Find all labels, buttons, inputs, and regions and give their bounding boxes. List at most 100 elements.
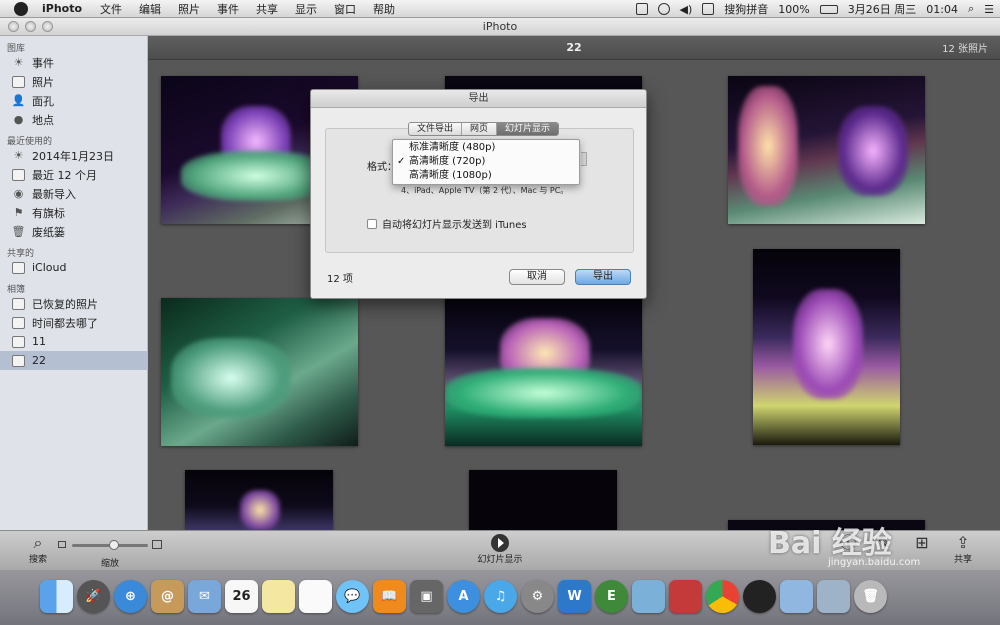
albums-header: 相簿 xyxy=(7,285,26,295)
wifi-icon[interactable] xyxy=(657,3,670,15)
sidebar-item-album-22[interactable]: 22 xyxy=(0,351,147,370)
qq-icon[interactable] xyxy=(743,580,776,613)
trash-dock-icon[interactable]: 🗑 xyxy=(854,580,887,613)
close-window-icon[interactable] xyxy=(8,21,19,32)
sogou-icon[interactable] xyxy=(702,3,715,15)
sidebar-item-places[interactable]: ● 地点 xyxy=(0,110,147,129)
search-button[interactable]: ⌕ 搜索 xyxy=(22,533,54,566)
system-preferences-icon[interactable]: ⚙ xyxy=(521,580,554,613)
photo-thumbnail[interactable] xyxy=(185,470,333,530)
downloads-icon[interactable] xyxy=(817,580,850,613)
slideshow-button[interactable]: 幻灯片显示 xyxy=(470,534,530,565)
itunes-checkbox[interactable] xyxy=(367,218,377,229)
folder-icon[interactable] xyxy=(780,580,813,613)
reminders-icon[interactable] xyxy=(299,580,332,613)
sidebar-item-recovered[interactable]: 已恢复的照片 xyxy=(0,294,147,313)
status-tray: ◀) 搜狗拼音 100% 3月26日 周三 01:04 ⌕ ☰ xyxy=(635,0,994,18)
notification-center-icon[interactable]: ☰ xyxy=(984,3,994,16)
add-to-button[interactable]: ⊞ xyxy=(912,534,932,552)
format-option-1080p[interactable]: 高清晰度 (1080p) xyxy=(393,169,579,183)
sidebar-item-album-11[interactable]: 11 xyxy=(0,332,147,351)
recent-header: 最近使用的 xyxy=(7,137,53,147)
menu-help[interactable]: 帮助 xyxy=(373,1,395,17)
tab-file-export[interactable]: 文件导出 xyxy=(409,123,463,135)
ibooks-icon[interactable]: 📖 xyxy=(373,580,406,613)
trash-icon: 🗑 xyxy=(11,225,26,238)
zoom-slider[interactable] xyxy=(58,539,162,551)
small-photo-icon xyxy=(58,541,66,548)
dock-icons: 🚀 ⊕ @ ✉ 26 💬 📖 ▣ A ♫ ⚙ W E 🗑 xyxy=(40,580,887,613)
menu-events[interactable]: 事件 xyxy=(217,1,239,17)
mail-icon[interactable]: ✉ xyxy=(188,580,221,613)
cancel-button[interactable]: 取消 xyxy=(509,269,565,285)
event-icon: ☀ xyxy=(13,149,24,162)
safari-icon[interactable]: ⊕ xyxy=(114,580,147,613)
sidebar-item-faces[interactable]: 👤 面孔 xyxy=(0,91,147,110)
chrome-icon[interactable] xyxy=(706,580,739,613)
volume-icon[interactable]: ◀) xyxy=(680,3,693,16)
photo-count: 12 张照片 xyxy=(942,44,988,55)
finder-icon[interactable] xyxy=(40,580,73,613)
itunes-checkbox-row[interactable]: 自动将幻灯片显示发送到 iTunes xyxy=(367,216,527,231)
window-title: iPhoto xyxy=(482,20,518,33)
menu-share[interactable]: 共享 xyxy=(256,1,278,17)
menu-window[interactable]: 窗口 xyxy=(334,1,356,17)
battery-label[interactable]: 100% xyxy=(778,3,809,16)
zoom-window-icon[interactable] xyxy=(42,21,53,32)
photo-thumbnail[interactable] xyxy=(161,298,358,446)
battery-icon[interactable] xyxy=(819,4,838,14)
iphoto-dock-icon[interactable] xyxy=(632,580,665,613)
sidebar-item-flagged[interactable]: ⚑ 有旗标 xyxy=(0,203,147,222)
minimize-window-icon[interactable] xyxy=(25,21,36,32)
menu-view[interactable]: 显示 xyxy=(295,1,317,17)
album-icon xyxy=(12,335,25,348)
checkmark-icon: ✓ xyxy=(397,156,406,167)
sidebar-item-last-12-months[interactable]: 最近 12 个月 xyxy=(0,165,147,184)
photo-thumbnail[interactable] xyxy=(728,76,925,224)
search-icon: ⌕ xyxy=(33,533,43,552)
notes-icon[interactable] xyxy=(262,580,295,613)
compatibility-text: 4、iPad、Apple TV（第 2 代）、Mac 与 PC。 xyxy=(401,186,569,195)
calendar-app-icon[interactable]: 26 xyxy=(225,580,258,613)
date-label[interactable]: 3月26日 周三 xyxy=(848,1,917,17)
app-store-icon[interactable]: A xyxy=(447,580,480,613)
zoom-knob[interactable] xyxy=(108,540,119,550)
facetime-icon[interactable]: ▣ xyxy=(410,580,443,613)
itunes-icon[interactable]: ♫ xyxy=(484,580,517,613)
input-method-label[interactable]: 搜狗拼音 xyxy=(724,1,768,17)
tab-web-page[interactable]: 网页 xyxy=(462,123,498,135)
screen-capture-icon[interactable] xyxy=(635,3,648,15)
sidebar-item-last-import[interactable]: ◉ 最新导入 xyxy=(0,184,147,203)
sidebar-item-icloud[interactable]: iCloud xyxy=(0,258,147,277)
parallels-icon[interactable] xyxy=(669,580,702,613)
tab-slideshow[interactable]: 幻灯片显示 xyxy=(497,123,559,135)
menu-photos[interactable]: 照片 xyxy=(178,1,200,17)
sidebar-item-photos[interactable]: 照片 xyxy=(0,72,147,91)
photo-thumbnail[interactable] xyxy=(469,470,617,530)
photo-thumbnail[interactable] xyxy=(753,249,900,445)
sidebar-item-trash[interactable]: 🗑 废纸篓 xyxy=(0,222,147,241)
excel-icon[interactable]: E xyxy=(595,580,628,613)
format-select-arrow[interactable] xyxy=(581,152,587,166)
menu-bar: iPhoto 文件 编辑 照片 事件 共享 显示 窗口 帮助 ◀) 搜狗拼音 1… xyxy=(0,0,1000,18)
messages-icon[interactable]: 💬 xyxy=(336,580,369,613)
word-icon[interactable]: W xyxy=(558,580,591,613)
menu-edit[interactable]: 编辑 xyxy=(139,1,161,17)
photo-thumbnail[interactable] xyxy=(445,298,642,446)
time-label[interactable]: 01:04 xyxy=(926,3,958,16)
apple-menu-icon[interactable] xyxy=(14,1,28,16)
contacts-icon[interactable]: @ xyxy=(151,580,184,613)
album-header: 22 12 张照片 xyxy=(148,36,1000,60)
window-controls xyxy=(8,21,53,32)
spotlight-icon[interactable]: ⌕ xyxy=(968,2,974,16)
sidebar-item-where-did-time-go[interactable]: 时间都去哪了 xyxy=(0,313,147,332)
share-button[interactable]: ⇪ 共享 xyxy=(948,534,978,566)
format-option-480p[interactable]: 标准清晰度 (480p) xyxy=(393,141,579,155)
sidebar-item-events[interactable]: ☀ 事件 xyxy=(0,53,147,72)
launchpad-icon[interactable]: 🚀 xyxy=(77,580,110,613)
format-option-720p[interactable]: ✓ 高清晰度 (720p) xyxy=(393,155,579,169)
app-menu[interactable]: iPhoto xyxy=(42,2,82,15)
export-button[interactable]: 导出 xyxy=(575,269,631,285)
menu-file[interactable]: 文件 xyxy=(100,1,122,17)
sidebar-item-event-date[interactable]: ☀ 2014年1月23日 xyxy=(0,146,147,165)
